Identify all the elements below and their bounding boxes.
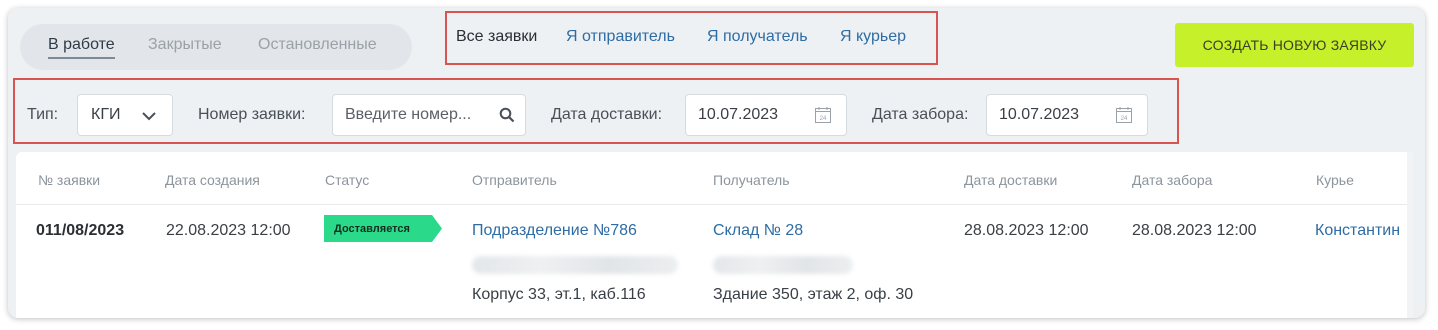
delivery-date-field[interactable]: 10.07.2023 24 [685, 94, 847, 136]
created-date: 22.08.2023 12:00 [166, 222, 291, 239]
filter-bar: Тип: КГИ Номер заявки: Введите номер... … [13, 78, 1179, 144]
requests-panel: В работе Закрытые Остановленные Все заяв… [8, 8, 1425, 318]
calendar-day-text: 24 [1121, 116, 1128, 122]
filter-i-am-sender[interactable]: Я отправитель [566, 28, 675, 46]
role-filter-group: Все заявки Я отправитель Я получатель Я … [445, 11, 938, 65]
header-divider [16, 204, 1413, 205]
sender-link[interactable]: Подразделение №786 [472, 222, 637, 240]
pickup-date: 28.08.2023 12:00 [1132, 222, 1257, 239]
redacted-sender-details [472, 256, 678, 274]
tab-in-progress[interactable]: В работе [48, 36, 115, 59]
column-header-number[interactable]: № заявки [38, 172, 100, 188]
calendar-icon[interactable]: 24 [1115, 106, 1133, 124]
pickup-date-value: 10.07.2023 [999, 106, 1080, 123]
number-search-placeholder: Введите номер... [345, 106, 472, 123]
delivery-date: 28.08.2023 12:00 [964, 222, 1089, 239]
tab-stopped[interactable]: Остановленные [258, 36, 377, 54]
delivery-date-label: Дата доставки: [551, 106, 663, 123]
tab-label: Остановленные [258, 36, 377, 53]
column-header-receiver[interactable]: Получатель [713, 172, 790, 188]
column-header-sender[interactable]: Отправитель [472, 172, 557, 188]
filter-all-requests[interactable]: Все заявки [456, 28, 537, 46]
pickup-date-label: Дата забора: [872, 106, 969, 123]
active-tab-underline [48, 57, 115, 59]
tab-label: Закрытые [148, 36, 222, 53]
delivery-date-value: 10.07.2023 [698, 106, 779, 123]
column-header-courier[interactable]: Курье [1316, 172, 1354, 188]
column-header-pickup-date[interactable]: Дата забора [1132, 172, 1212, 188]
chevron-down-icon [142, 112, 156, 121]
tab-label: В работе [48, 36, 115, 53]
request-number[interactable]: 011/08/2023 [36, 222, 124, 240]
number-search-input[interactable]: Введите номер... [332, 94, 526, 136]
status-badge-label: Доставляется [334, 222, 410, 235]
column-header-delivery-date[interactable]: Дата доставки [964, 172, 1057, 188]
tab-closed[interactable]: Закрытые [148, 36, 222, 54]
table-scrollbar[interactable] [1407, 152, 1413, 318]
number-label: Номер заявки: [198, 106, 306, 123]
search-icon[interactable] [499, 107, 515, 123]
requests-table: № заявки Дата создания Статус Отправител… [16, 152, 1413, 318]
redacted-receiver-details [713, 256, 853, 274]
pickup-date-field[interactable]: 10.07.2023 24 [986, 94, 1148, 136]
receiver-link[interactable]: Склад № 28 [713, 222, 803, 240]
type-select[interactable]: КГИ [77, 94, 173, 136]
receiver-address: Здание 350, этаж 2, оф. 30 [713, 286, 914, 303]
sender-address: Корпус 33, эт.1, каб.116 [472, 286, 646, 303]
calendar-day-text: 24 [820, 116, 827, 122]
calendar-icon[interactable]: 24 [814, 106, 832, 124]
create-request-button[interactable]: СОЗДАТЬ НОВУЮ ЗАЯВКУ [1175, 23, 1414, 67]
type-label: Тип: [27, 106, 59, 123]
column-header-status[interactable]: Статус [325, 172, 369, 188]
type-select-value: КГИ [91, 106, 121, 123]
filter-i-am-receiver[interactable]: Я получатель [707, 28, 808, 46]
column-header-created[interactable]: Дата создания [165, 172, 260, 188]
courier-link[interactable]: Константин [1315, 222, 1400, 240]
status-tabs: В работе Закрытые Остановленные [20, 24, 412, 70]
status-badge: Доставляется [324, 215, 442, 242]
filter-i-am-courier[interactable]: Я курьер [840, 28, 906, 46]
